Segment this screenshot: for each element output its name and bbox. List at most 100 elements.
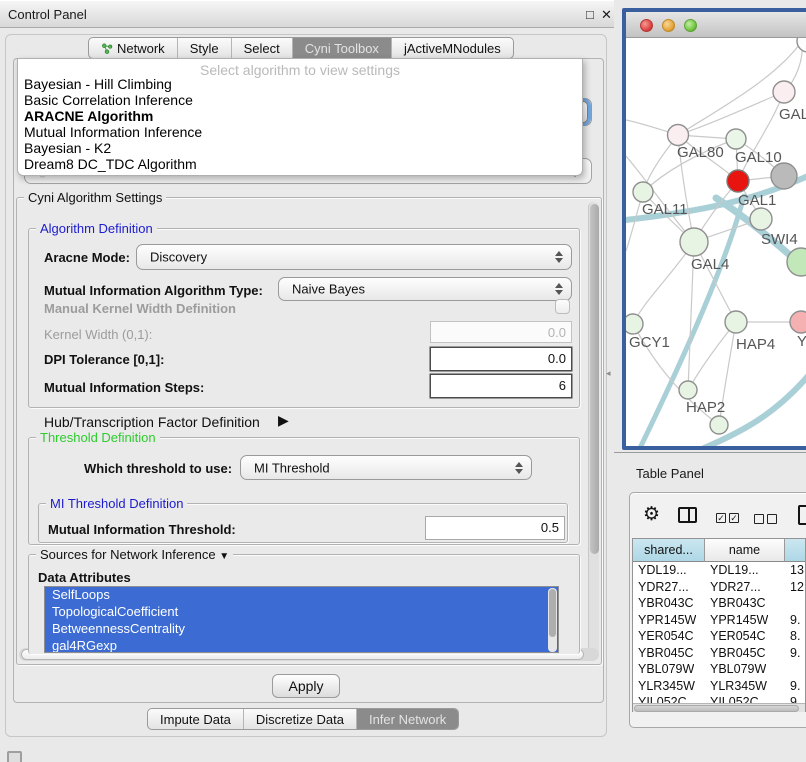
close-window-icon[interactable] (640, 19, 653, 32)
unchecked-checkbox-icon[interactable] (767, 514, 777, 524)
network-window-titlebar[interactable] (626, 12, 806, 38)
node-gcy1[interactable] (626, 314, 643, 334)
stepper-arrows-icon (555, 283, 563, 295)
table-row[interactable]: YBR043C YBR043C (633, 595, 806, 612)
node-gal-partial[interactable] (773, 81, 795, 103)
manual-kernel-checkbox[interactable] (555, 299, 570, 314)
table-row[interactable]: YER054C YER054C 8. (633, 628, 806, 645)
minimized-panel-icon[interactable] (7, 751, 22, 762)
dpi-tolerance-label: DPI Tolerance [0,1]: (44, 352, 164, 367)
node-gal11[interactable] (633, 182, 653, 202)
node-gray[interactable] (771, 163, 797, 189)
dropdown-item[interactable]: Dream8 DC_TDC Algorithm (24, 156, 197, 172)
node-label: HAP2 (686, 399, 725, 416)
combobox-value: Naive Bayes (292, 282, 365, 297)
dropdown-item[interactable]: Basic Correlation Inference (24, 92, 193, 108)
node-gal4[interactable] (680, 228, 708, 256)
network-canvas[interactable]: GAL GAL80 GAL10 GAL1 GAL11 SWI4 GAL4 GCY… (626, 38, 806, 446)
dropdown-item[interactable]: Bayesian - Hill Climbing (24, 76, 172, 92)
tab-jactivemnodules[interactable]: jActiveMNodules (391, 38, 513, 58)
table-row[interactable]: YLR345W YLR345W 9. (633, 678, 806, 695)
table-row[interactable]: YPR145W YPR145W 9. (633, 612, 806, 629)
scrollbar-thumb[interactable] (590, 204, 599, 554)
list-item-selected[interactable]: TopologicalCoefficient (45, 604, 558, 621)
node-hap4[interactable] (725, 311, 747, 333)
column-header-partial[interactable] (785, 539, 806, 562)
dropdown-item[interactable]: Bayesian - K2 (24, 140, 111, 156)
group-title: Threshold Definition (36, 430, 160, 445)
stepper-arrows-icon (515, 462, 523, 474)
scrollbar-thumb[interactable] (549, 589, 556, 637)
tab-network[interactable]: Network (89, 38, 177, 58)
document-icon[interactable] (798, 505, 806, 525)
checked-checkbox-icon[interactable]: ✓ (716, 513, 726, 523)
gear-icon[interactable]: ⚙ (643, 503, 660, 526)
node-label: Y (797, 333, 806, 350)
list-item-selected[interactable]: SelfLoops (45, 587, 558, 604)
minimize-window-icon[interactable] (662, 19, 675, 32)
apply-button[interactable]: Apply (272, 674, 340, 698)
zoom-window-icon[interactable] (684, 19, 697, 32)
settings-vertical-scrollbar[interactable] (588, 202, 599, 658)
unchecked-checkbox-icon[interactable] (754, 514, 764, 524)
mi-steps-field[interactable]: 6 (430, 374, 572, 398)
node-hap2[interactable] (679, 381, 697, 399)
checked-checkbox-icon[interactable]: ✓ (729, 513, 739, 523)
table-row[interactable]: YDL19... YDL19... 13 (633, 562, 806, 579)
node-label: GAL11 (642, 201, 688, 218)
list-vertical-scrollbar[interactable] (548, 588, 557, 652)
dropdown-item-aracne[interactable]: ARACNE Algorithm (24, 108, 153, 124)
tab-cyni-toolbox[interactable]: Cyni Toolbox (292, 38, 391, 58)
data-attributes-list[interactable]: SelfLoops TopologicalCoefficient Between… (44, 586, 559, 653)
mi-type-label: Mutual Information Algorithm Type: (44, 283, 263, 298)
tab-impute-data[interactable]: Impute Data (148, 709, 243, 729)
dpi-tolerance-field[interactable]: 0.0 (430, 347, 572, 371)
table-horizontal-scrollbar[interactable] (633, 703, 805, 712)
aracne-mode-combobox[interactable]: Discovery (136, 244, 572, 270)
node-gal1-selected-red[interactable] (727, 170, 749, 192)
node-label: GAL4 (691, 256, 729, 273)
close-panel-icon[interactable]: ✕ (601, 7, 612, 23)
scrollbar-thumb[interactable] (634, 705, 799, 712)
divider-collapse-icon[interactable]: ◂ (606, 368, 611, 379)
list-item-selected[interactable]: BetweennessCentrality (45, 621, 558, 638)
node[interactable] (797, 38, 806, 52)
tab-style[interactable]: Style (177, 38, 231, 58)
node-gal10[interactable] (726, 129, 746, 149)
hub-definition-label[interactable]: Hub/Transcription Factor Definition (44, 414, 260, 430)
mi-threshold-field[interactable]: 0.5 (425, 516, 565, 540)
column-header-shared[interactable]: shared... (633, 539, 705, 562)
list-item-selected[interactable]: gal4RGexp (45, 638, 558, 653)
kernel-width-label: Kernel Width (0,1): (44, 327, 152, 342)
tab-discretize-data[interactable]: Discretize Data (243, 709, 356, 729)
node-attribute-table[interactable]: shared... name YDL19... YDL19... 13 YDR2… (632, 538, 806, 712)
mi-steps-label: Mutual Information Steps: (44, 380, 204, 395)
node-salmon-right[interactable] (790, 311, 806, 333)
dropdown-item[interactable]: Mutual Information Inference (24, 124, 202, 140)
network-icon (101, 43, 113, 54)
table-row[interactable]: YBL079W YBL079W (633, 661, 806, 678)
group-title: Algorithm Definition (36, 221, 157, 236)
node-gal80[interactable] (668, 125, 689, 146)
node-label: GAL10 (735, 149, 782, 166)
tab-infer-network[interactable]: Infer Network (356, 709, 458, 729)
kernel-width-field[interactable]: 0.0 (430, 321, 572, 343)
float-panel-icon[interactable]: □ (586, 7, 594, 22)
column-header-name[interactable]: name (705, 539, 785, 562)
table-row[interactable]: YBR045C YBR045C 9. (633, 645, 806, 662)
network-view-window[interactable]: GAL GAL80 GAL10 GAL1 GAL11 SWI4 GAL4 GCY… (622, 8, 806, 450)
node-swi4[interactable] (750, 208, 772, 230)
aracne-mode-label: Aracne Mode: (44, 250, 130, 265)
column-layout-icon[interactable] (678, 507, 697, 523)
tab-select[interactable]: Select (231, 38, 292, 58)
control-panel-title: Control Panel (8, 7, 87, 22)
table-row[interactable]: YDR27... YDR27... 12 (633, 579, 806, 596)
collapse-right-icon[interactable]: ▶ (278, 412, 289, 429)
mi-type-combobox[interactable]: Naive Bayes (278, 277, 572, 301)
which-threshold-label: Which threshold to use: (84, 461, 232, 476)
which-threshold-combobox[interactable]: MI Threshold (240, 455, 532, 480)
control-panel-titlebar: Control Panel □ ✕ (0, 0, 614, 28)
node-bottom-partial[interactable] (710, 416, 728, 434)
collapse-down-icon[interactable]: ▼ (219, 551, 229, 562)
stepper-arrows-icon (555, 251, 563, 263)
